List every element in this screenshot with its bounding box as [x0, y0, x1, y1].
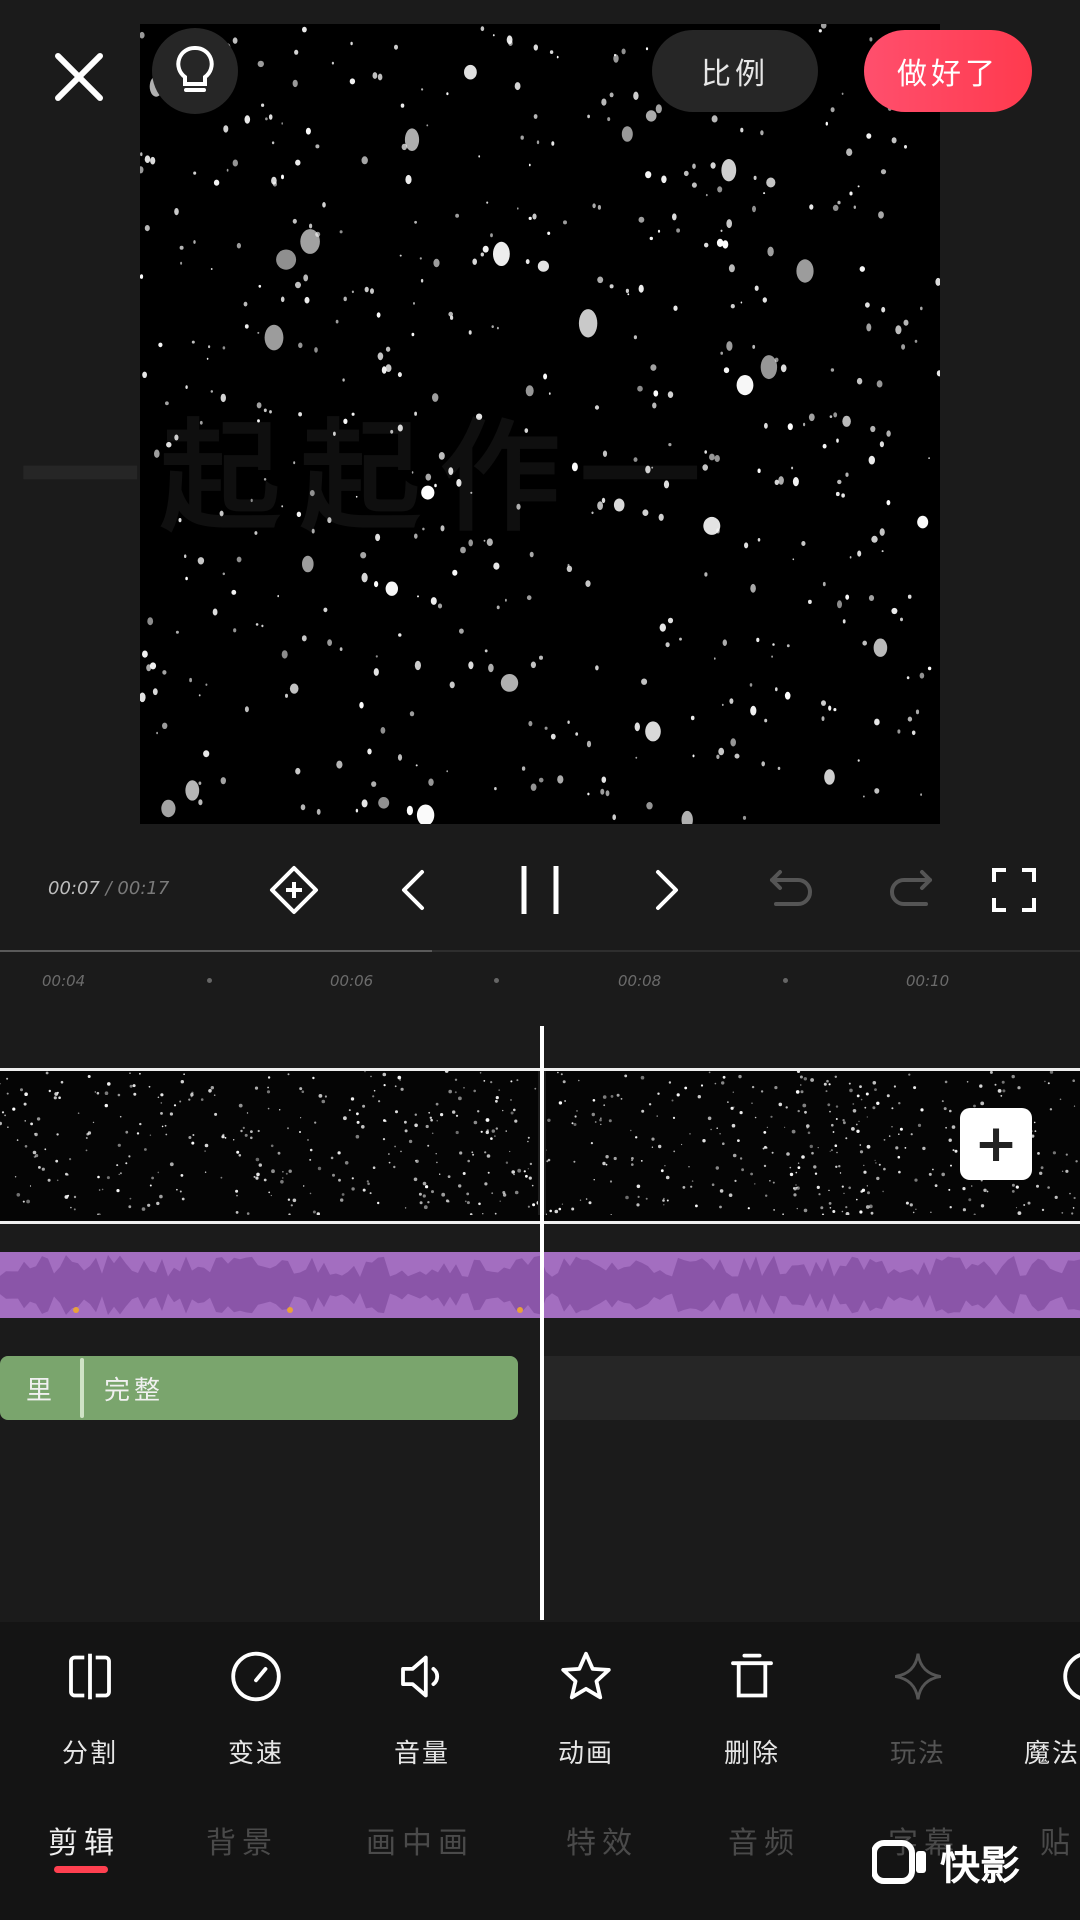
ruler-tick: 00:06	[330, 972, 374, 990]
tips-button[interactable]	[152, 28, 238, 114]
close-button[interactable]	[44, 42, 114, 112]
magic-tool[interactable]: 魔法	[1018, 1640, 1080, 1770]
split-label: 分割	[61, 1739, 118, 1769]
kuaiying-logo: 快影	[872, 1834, 1020, 1890]
animation-label: 动画	[557, 1739, 614, 1769]
tab-audio[interactable]: 音频	[728, 1818, 800, 1862]
playhead[interactable]	[540, 1026, 544, 1620]
delete-tool[interactable]: 删除	[692, 1640, 812, 1770]
total-time: 00:17	[117, 878, 170, 899]
done-button[interactable]: 做好了	[864, 30, 1032, 112]
subtitle-clip[interactable]	[0, 1356, 518, 1420]
volume-tool[interactable]: 音量	[362, 1640, 482, 1770]
close-icon	[55, 53, 103, 101]
sparkle-icon	[894, 1653, 942, 1700]
subtitle-clip-handle[interactable]	[80, 1358, 84, 1418]
tab-effects[interactable]: 特效	[566, 1818, 638, 1862]
subtitle-clip-prev-text: 里	[26, 1376, 53, 1406]
next-frame-button[interactable]	[634, 858, 698, 922]
speed-tool[interactable]: 变速	[196, 1640, 316, 1770]
volume-label: 音量	[393, 1739, 450, 1769]
volume-icon	[401, 1655, 440, 1698]
ruler-tick: 00:04	[42, 972, 86, 990]
fullscreen-button[interactable]	[982, 858, 1046, 922]
time-separator: /	[105, 878, 112, 899]
play-method-tool[interactable]: 玩法	[858, 1640, 978, 1770]
magic-label: 魔法	[1024, 1739, 1080, 1769]
keyframe-icon	[270, 866, 318, 914]
plus-icon: +	[974, 1114, 1018, 1174]
fullscreen-icon	[992, 868, 1036, 912]
ruler-tick: 00:08	[618, 972, 662, 990]
magic-icon	[1063, 1653, 1080, 1700]
subtitle-track-empty	[540, 1356, 1080, 1420]
play-method-label: 玩法	[889, 1739, 946, 1769]
split-tool[interactable]: 分割	[30, 1640, 150, 1770]
tab-edit[interactable]: 剪辑	[48, 1818, 120, 1862]
active-tab-indicator	[54, 1866, 108, 1873]
delete-label: 删除	[723, 1739, 780, 1769]
add-clip-button[interactable]: +	[960, 1108, 1032, 1180]
ruler-tick: 00:10	[906, 972, 950, 990]
animation-tool[interactable]: 动画	[526, 1640, 646, 1770]
lightbulb-icon	[176, 46, 214, 92]
previous-frame-button[interactable]	[382, 858, 446, 922]
aspect-ratio-button[interactable]: 比例	[652, 30, 818, 112]
undo-button[interactable]	[758, 858, 822, 922]
time-display: 00:07 / 00:17	[48, 878, 169, 899]
ruler-dot	[494, 978, 499, 983]
redo-button[interactable]	[880, 858, 944, 922]
tab-stickers[interactable]: 贴	[1040, 1818, 1076, 1862]
tab-picture-in-picture[interactable]: 画中画	[366, 1818, 474, 1862]
camera-logo-icon	[872, 1840, 926, 1884]
speed-label: 变速	[227, 1739, 284, 1769]
ruler-dot	[783, 978, 788, 983]
watermark-text: 一起起作一	[20, 409, 720, 548]
pause-icon	[521, 866, 559, 914]
add-keyframe-button[interactable]	[262, 858, 326, 922]
current-time: 00:07	[48, 878, 100, 899]
undo-icon	[770, 870, 812, 906]
chevron-right-icon	[656, 870, 678, 910]
progress-fill	[0, 950, 432, 952]
speed-icon	[231, 1651, 281, 1702]
pause-button[interactable]	[508, 858, 572, 922]
redo-icon	[890, 870, 932, 906]
tab-background[interactable]: 背景	[206, 1818, 278, 1862]
ruler-dot	[207, 978, 212, 983]
split-icon	[69, 1653, 111, 1700]
subtitle-clip-text: 完整	[104, 1376, 165, 1406]
logo-text: 快影	[940, 1843, 1020, 1889]
trash-icon	[731, 1653, 773, 1698]
star-icon	[561, 1651, 611, 1700]
chevron-left-icon	[402, 870, 424, 910]
